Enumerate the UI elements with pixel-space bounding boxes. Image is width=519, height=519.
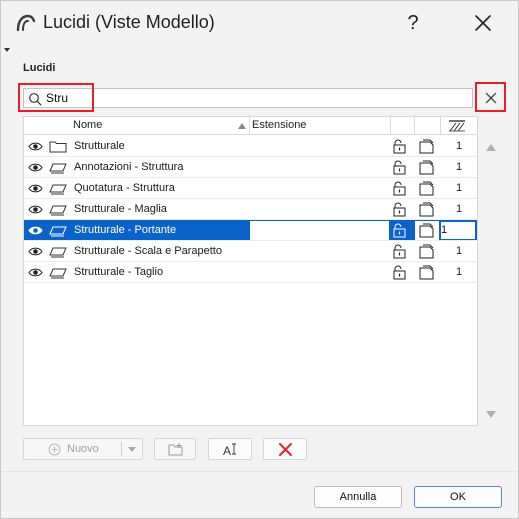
lock-icon[interactable] xyxy=(392,160,408,175)
rename-button[interactable]: A xyxy=(208,438,252,460)
wireframe-doc-icon[interactable] xyxy=(419,244,434,259)
column-divider xyxy=(390,117,391,135)
wireframe-doc-icon[interactable] xyxy=(419,265,434,280)
lock-icon[interactable] xyxy=(392,244,408,259)
wireframe-doc-icon[interactable] xyxy=(419,160,434,175)
visibility-eye-icon[interactable] xyxy=(28,162,43,173)
new-layer-label: Nuovo xyxy=(67,443,99,455)
layer-name: Annotazioni - Struttura xyxy=(74,161,184,173)
help-button[interactable]: ? xyxy=(398,7,428,39)
visibility-eye-icon[interactable] xyxy=(28,141,43,152)
footer-divider xyxy=(1,471,518,472)
layer-row[interactable]: Strutturale - Taglio 1 xyxy=(24,262,477,283)
button-divider xyxy=(121,442,122,456)
new-folder-button[interactable] xyxy=(154,438,196,460)
scroll-up-icon[interactable] xyxy=(486,144,496,151)
delete-button[interactable] xyxy=(263,438,307,460)
app-logo-icon xyxy=(16,14,36,32)
lock-icon[interactable] xyxy=(392,223,408,238)
search-highlight xyxy=(18,83,94,112)
window-title: Lucidi (Viste Modello) xyxy=(43,12,215,32)
intersection-group-icon xyxy=(449,120,465,132)
new-layer-button[interactable]: Nuovo xyxy=(23,438,143,460)
search-input[interactable] xyxy=(46,90,466,106)
layer-name: Strutturale xyxy=(74,140,125,152)
extension-cell[interactable] xyxy=(250,221,390,240)
intersection-group-number: 1 xyxy=(455,203,463,215)
layer-row[interactable]: Strutturale - Portante 1 xyxy=(24,220,477,241)
layer-icon xyxy=(49,161,67,174)
intersection-group-number: 1 xyxy=(455,182,463,194)
layer-name: Strutturale - Maglia xyxy=(74,203,167,215)
clear-highlight xyxy=(475,82,506,112)
chevron-down-icon[interactable] xyxy=(128,447,136,452)
column-extension-header[interactable]: Estensione xyxy=(252,119,306,131)
list-header: Nome Estensione xyxy=(24,117,477,135)
layers-list: Nome Estensione Strutturale 1 Annotazioni … xyxy=(23,116,478,426)
wireframe-doc-icon[interactable] xyxy=(419,139,434,154)
close-icon[interactable] xyxy=(467,7,499,39)
visibility-eye-icon[interactable] xyxy=(28,183,43,194)
plus-icon xyxy=(48,443,61,456)
intersection-group-number: 1 xyxy=(455,161,463,173)
layer-name: Quotatura - Struttura xyxy=(74,182,175,194)
layer-icon xyxy=(49,266,67,279)
svg-text:A: A xyxy=(223,444,231,457)
layer-name: Strutturale - Taglio xyxy=(74,266,164,278)
new-folder-icon xyxy=(168,443,183,456)
layer-row[interactable]: Quotatura - Struttura 1 xyxy=(24,178,477,199)
layer-row[interactable]: Strutturale 1 xyxy=(24,136,477,157)
wireframe-doc-icon[interactable] xyxy=(419,181,434,196)
rename-icon: A xyxy=(223,443,236,457)
layer-row[interactable]: Annotazioni - Struttura 1 xyxy=(24,157,477,178)
intersection-group-number: 1 xyxy=(455,245,463,257)
lock-icon[interactable] xyxy=(392,181,408,196)
lock-icon[interactable] xyxy=(392,202,408,217)
cancel-button[interactable]: Annulla xyxy=(314,486,402,508)
layer-name: Strutturale - Portante xyxy=(74,224,177,236)
wireframe-doc-icon[interactable] xyxy=(419,223,434,238)
collapse-arrow-icon[interactable] xyxy=(4,48,10,52)
lock-icon[interactable] xyxy=(392,265,408,280)
layer-icon xyxy=(49,245,67,258)
visibility-eye-icon[interactable] xyxy=(28,225,43,236)
ok-button[interactable]: OK xyxy=(414,486,502,508)
title-bar: Lucidi (Viste Modello) ? xyxy=(1,1,518,45)
lock-icon[interactable] xyxy=(392,139,408,154)
scroll-down-icon[interactable] xyxy=(486,411,496,418)
section-label: Lucidi xyxy=(23,62,56,74)
column-name-header[interactable]: Nome xyxy=(73,119,102,131)
layers-dialog: Lucidi (Viste Modello) ? Lucidi Nome Est… xyxy=(0,0,519,519)
layer-row[interactable]: Strutturale - Maglia 1 xyxy=(24,199,477,220)
intersection-group-number: 1 xyxy=(455,140,463,152)
delete-icon xyxy=(279,443,292,456)
layer-icon xyxy=(49,182,67,195)
intersection-group-number: 1 xyxy=(455,266,463,278)
layer-name: Strutturale - Scala e Parapetto xyxy=(74,245,222,257)
visibility-eye-icon[interactable] xyxy=(28,246,43,257)
sort-arrow-icon xyxy=(238,123,246,129)
layer-row[interactable]: Strutturale - Scala e Parapetto 1 xyxy=(24,241,477,262)
visibility-eye-icon[interactable] xyxy=(28,267,43,278)
column-divider xyxy=(414,117,415,135)
wireframe-doc-icon[interactable] xyxy=(419,202,434,217)
column-divider xyxy=(249,117,250,135)
layer-icon xyxy=(49,203,67,216)
intersection-group-number: 1 xyxy=(440,224,448,236)
folder-icon xyxy=(49,140,67,153)
column-divider xyxy=(440,117,441,135)
visibility-eye-icon[interactable] xyxy=(28,204,43,215)
layer-icon xyxy=(49,224,67,237)
